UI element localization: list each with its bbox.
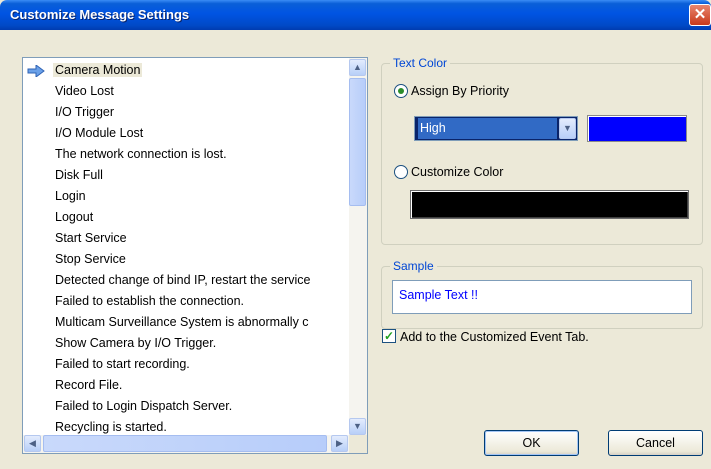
scroll-left-button[interactable]: ◀ [24,435,41,452]
sample-legend: Sample [390,259,437,273]
list-item-label: Record File. [55,378,123,392]
assign-by-priority-radio[interactable] [394,84,408,98]
list-item[interactable]: Login [23,186,346,207]
title-bar: Customize Message Settings ✕ [0,0,711,30]
priority-color-swatch[interactable] [587,115,687,142]
priority-select-value: High [418,118,557,139]
event-list-items: Camera Motion Video Lost I/O Trigger I/O Mo… [23,60,346,434]
list-item[interactable]: Show Camera by I/O Trigger. [23,333,346,354]
list-item-label: Stop Service [55,252,126,266]
vertical-scrollbar[interactable]: ▲ ▼ [349,58,367,436]
vertical-scroll-thumb[interactable] [349,78,366,206]
list-item[interactable]: Stop Service [23,249,346,270]
list-item-label: Logout [55,210,94,224]
list-item-label: Show Camera by I/O Trigger. [55,336,217,350]
list-item[interactable]: Camera Motion [23,60,346,81]
cancel-button[interactable]: Cancel [608,430,703,456]
list-item-label: I/O Module Lost [55,126,144,140]
list-item[interactable]: Logout [23,207,346,228]
list-item[interactable]: I/O Trigger [23,102,346,123]
list-item-label: Detected change of bind IP, restart the … [55,273,311,287]
chevron-down-icon[interactable]: ▼ [559,118,576,139]
assign-by-priority-label: Assign By Priority [411,84,509,98]
text-color-legend: Text Color [390,56,451,70]
list-item-label: Recycling is started. [55,420,167,434]
list-item[interactable]: Detected change of bind IP, restart the … [23,270,346,291]
customize-color-radio[interactable] [394,165,408,179]
scroll-right-button[interactable]: ▶ [331,435,348,452]
list-item[interactable]: Recycling is started. [23,417,346,434]
list-item-label: Failed to establish the connection. [55,294,245,308]
list-item[interactable]: Disk Full [23,165,346,186]
arrow-right-icon [27,65,45,77]
scrollbar-corner [349,435,367,453]
list-item-label: The network connection is lost. [55,147,227,161]
list-item[interactable]: Record File. [23,375,346,396]
priority-select[interactable]: High ▼ [414,116,578,141]
list-item-label: I/O Trigger [55,105,115,119]
customize-color-label: Customize Color [411,165,504,179]
list-item-label: Camera Motion [53,63,143,77]
ok-button[interactable]: OK [484,430,579,456]
scroll-up-button[interactable]: ▲ [349,59,366,76]
scroll-down-button[interactable]: ▼ [349,418,366,435]
horizontal-scroll-thumb[interactable] [43,435,327,452]
list-item-label: Multicam Surveillance System is abnormal… [55,315,309,329]
custom-color-swatch[interactable] [410,190,689,219]
sample-text-preview: Sample Text !! [392,280,692,314]
list-item-label: Video Lost [55,84,114,98]
list-item-label: Start Service [55,231,127,245]
list-item[interactable]: Start Service [23,228,346,249]
add-to-tab-label: Add to the Customized Event Tab. [400,330,589,344]
list-item[interactable]: Failed to establish the connection. [23,291,346,312]
list-item-label: Failed to start recording. [55,357,190,371]
list-item[interactable]: Multicam Surveillance System is abnormal… [23,312,346,333]
list-item-label: Failed to Login Dispatch Server. [55,399,233,413]
close-button[interactable]: ✕ [689,4,711,26]
list-item[interactable]: Video Lost [23,81,346,102]
list-item[interactable]: The network connection is lost. [23,144,346,165]
list-item[interactable]: I/O Module Lost [23,123,346,144]
event-list[interactable]: Camera Motion Video Lost I/O Trigger I/O Mo… [22,57,368,454]
horizontal-scrollbar[interactable]: ◀ ▶ [23,435,349,453]
window-title: Customize Message Settings [10,7,190,22]
list-item-label: Disk Full [55,168,103,182]
list-item[interactable]: Failed to start recording. [23,354,346,375]
list-item-label: Login [55,189,86,203]
list-item[interactable]: Failed to Login Dispatch Server. [23,396,346,417]
add-to-tab-checkbox[interactable]: ✓ [382,329,396,343]
